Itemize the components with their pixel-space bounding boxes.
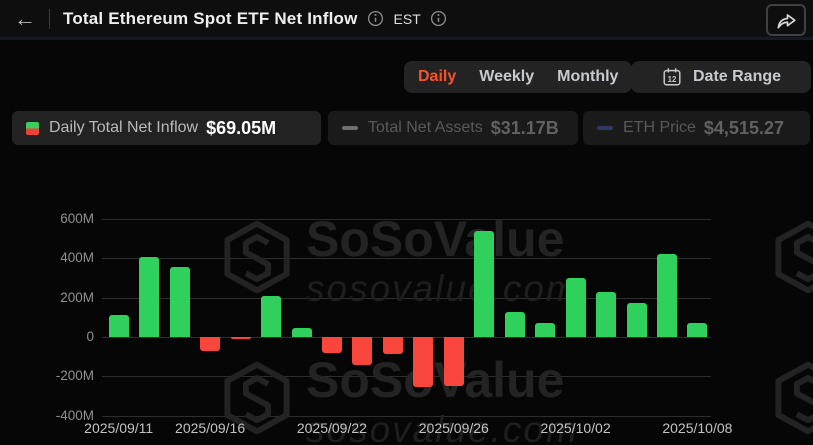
legend-daily-net-inflow[interactable]: Daily Total Net Inflow $69.05M	[12, 111, 321, 145]
green-red-series-icon	[26, 122, 39, 135]
inflow-bar[interactable]	[657, 254, 677, 337]
chart-plot-area: 2025/09/112025/09/16 2025/09/22 2025/09/26…	[0, 190, 813, 445]
inflow-bar[interactable]	[444, 337, 464, 386]
share-arrow-icon	[775, 9, 798, 32]
gray-dash-series-icon	[342, 126, 358, 130]
inflow-bar[interactable]	[170, 267, 190, 337]
legend-label: Daily Total Net Inflow	[49, 119, 198, 137]
period-tab-group: Daily Weekly Monthly	[404, 61, 632, 93]
inflow-bar[interactable]	[383, 337, 403, 354]
inflow-bar[interactable]	[261, 296, 281, 337]
inflow-bar[interactable]	[413, 337, 433, 387]
inflow-bar[interactable]	[231, 337, 251, 339]
legend-eth-price[interactable]: ETH Price $4,515.27	[583, 111, 810, 145]
tab-weekly[interactable]: Weekly	[479, 68, 534, 86]
inflow-bar[interactable]	[627, 303, 647, 338]
x-axis-tick-label: 2025/09/16	[160, 420, 260, 436]
tab-monthly[interactable]: Monthly	[557, 68, 618, 86]
date-range-button[interactable]: 12 Date Range	[631, 61, 811, 93]
page-title: Total Ethereum Spot ETF Net Inflow	[63, 9, 358, 29]
legend-value: $4,515.27	[704, 118, 784, 139]
inflow-bar[interactable]	[535, 323, 555, 337]
legend-total-net-assets[interactable]: Total Net Assets $31.17B	[328, 111, 578, 145]
inflow-bar[interactable]	[474, 231, 494, 337]
blue-dash-series-icon	[597, 126, 613, 130]
header: ← Total Ethereum Spot ETF Net Inflow EST	[0, 0, 813, 40]
x-axis-tick-label: 2025/09/11	[69, 420, 169, 436]
x-axis-tick-label: 2025/09/22	[282, 420, 382, 436]
tab-daily[interactable]: Daily	[418, 68, 456, 86]
timezone-label: EST	[394, 11, 421, 27]
inflow-bar[interactable]	[505, 312, 525, 337]
x-axis-tick-label: 2025/09/26	[404, 420, 504, 436]
inflow-bar[interactable]	[292, 328, 312, 337]
x-axis-tick-label: 2025/10/02	[526, 420, 626, 436]
inflow-bar[interactable]	[109, 315, 129, 337]
etf-inflow-dashboard: ← Total Ethereum Spot ETF Net Inflow EST…	[0, 0, 813, 445]
legend-label: ETH Price	[623, 119, 696, 137]
title-info-icon[interactable]	[367, 10, 384, 27]
inflow-bar[interactable]	[566, 278, 586, 337]
legend-label: Total Net Assets	[368, 119, 483, 137]
svg-text:12: 12	[668, 75, 677, 84]
inflow-bar[interactable]	[139, 257, 159, 337]
timezone-info-icon[interactable]	[430, 10, 447, 27]
calendar-icon: 12	[661, 66, 683, 88]
inflow-bar[interactable]	[352, 337, 372, 365]
header-divider	[49, 9, 50, 29]
back-arrow-icon[interactable]: ←	[14, 8, 36, 30]
legend-value: $31.17B	[491, 118, 559, 139]
inflow-bar[interactable]	[322, 337, 342, 353]
date-range-label: Date Range	[693, 68, 781, 86]
legend-value: $69.05M	[206, 118, 276, 139]
inflow-bar[interactable]	[687, 323, 707, 337]
share-button[interactable]	[766, 4, 806, 36]
x-axis-tick-label: 2025/10/08	[647, 420, 747, 436]
inflow-bar[interactable]	[596, 292, 616, 337]
inflow-bar[interactable]	[200, 337, 220, 351]
